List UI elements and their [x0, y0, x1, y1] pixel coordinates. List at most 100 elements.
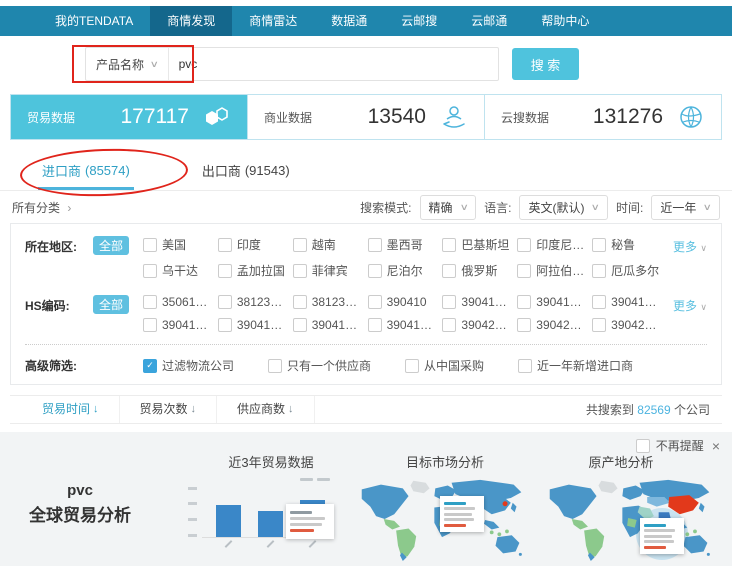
- hs-option[interactable]: ✓39041090: [218, 318, 289, 332]
- hs-option[interactable]: ✓390410: [368, 295, 439, 309]
- nav-item-business-discovery[interactable]: 商情发现: [150, 6, 232, 36]
- tab-exporters[interactable]: 出口商 (91543): [202, 150, 290, 190]
- close-icon[interactable]: ×: [712, 438, 720, 454]
- region-option[interactable]: ✓乌干达: [143, 262, 214, 279]
- checkbox[interactable]: ✓: [293, 318, 307, 332]
- checkbox[interactable]: ✓: [143, 359, 157, 373]
- hs-option[interactable]: ✓39041092: [293, 318, 364, 332]
- advanced-option-new-importers[interactable]: ✓近一年新增进口商: [518, 357, 633, 374]
- sort-by-trade-count[interactable]: 贸易次数↓: [120, 396, 218, 423]
- region-option[interactable]: ✓美国: [143, 236, 214, 253]
- region-option[interactable]: ✓厄瓜多尔: [592, 262, 663, 279]
- target-market-map[interactable]: [352, 476, 532, 562]
- checkbox[interactable]: ✓: [517, 295, 531, 309]
- region-option[interactable]: ✓尼泊尔: [368, 262, 439, 279]
- region-option[interactable]: ✓孟加拉国: [218, 262, 289, 279]
- checkbox[interactable]: ✓: [293, 295, 307, 309]
- checkbox[interactable]: ✓: [442, 238, 456, 252]
- person-hand-icon: [440, 103, 468, 131]
- hs-option[interactable]: ✓39041099: [368, 318, 439, 332]
- region-all-button[interactable]: 全部: [93, 236, 129, 255]
- checkbox[interactable]: ✓: [442, 264, 456, 278]
- checkbox[interactable]: ✓: [293, 238, 307, 252]
- region-option[interactable]: ✓巴基斯坦: [442, 236, 513, 253]
- hs-option[interactable]: ✓39042200: [442, 318, 513, 332]
- hs-more-link[interactable]: 更多 ∨: [663, 295, 707, 314]
- checkbox[interactable]: ✓: [405, 359, 419, 373]
- checkbox[interactable]: ✓: [218, 295, 232, 309]
- checkbox[interactable]: ✓: [592, 295, 606, 309]
- time-select[interactable]: 近一年 ∨: [651, 195, 720, 220]
- checkbox[interactable]: ✓: [592, 264, 606, 278]
- checkbox[interactable]: ✓: [442, 318, 456, 332]
- mini-bar-chart[interactable]: [186, 478, 332, 550]
- language-select[interactable]: 英文(默认) ∨: [519, 195, 608, 220]
- checkbox[interactable]: ✓: [268, 359, 282, 373]
- search-mode-select[interactable]: 精确 ∨: [420, 195, 477, 220]
- dont-remind-checkbox[interactable]: ✓: [636, 439, 650, 453]
- checkbox[interactable]: ✓: [368, 238, 382, 252]
- hs-option[interactable]: ✓39041010: [592, 295, 663, 309]
- advanced-option-single-supplier[interactable]: ✓只有一个供应商: [268, 357, 371, 374]
- search-input[interactable]: [169, 48, 498, 80]
- checkbox[interactable]: ✓: [442, 295, 456, 309]
- hs-option[interactable]: ✓39041003: [517, 295, 588, 309]
- checkbox[interactable]: ✓: [218, 238, 232, 252]
- region-option[interactable]: ✓墨西哥: [368, 236, 439, 253]
- search-category-select[interactable]: 产品名称 ∨: [86, 48, 169, 80]
- region-option[interactable]: ✓印度尼西亚: [517, 236, 588, 253]
- region-option[interactable]: ✓越南: [293, 236, 364, 253]
- column-title-3yr-trade-data: 近3年贸易数据: [196, 452, 346, 471]
- region-option[interactable]: ✓印度: [218, 236, 289, 253]
- advanced-option-filter-logistics[interactable]: ✓过滤物流公司: [143, 357, 234, 374]
- region-option[interactable]: ✓俄罗斯: [442, 262, 513, 279]
- hs-all-button[interactable]: 全部: [93, 295, 129, 314]
- checkbox[interactable]: ✓: [517, 238, 531, 252]
- checkbox[interactable]: ✓: [592, 238, 606, 252]
- nav-item-cloud-mail-search[interactable]: 云邮搜: [384, 6, 454, 36]
- hs-option[interactable]: ✓35061000: [143, 295, 214, 309]
- analysis-title-product: pvc: [18, 482, 142, 499]
- region-option[interactable]: ✓秘鲁: [592, 236, 663, 253]
- checkbox[interactable]: ✓: [218, 318, 232, 332]
- checkbox[interactable]: ✓: [592, 318, 606, 332]
- all-categories-link[interactable]: 所有分类 ›: [12, 199, 71, 216]
- search-button[interactable]: 搜 索: [512, 48, 579, 80]
- stat-trade-data[interactable]: 贸易数据 177117: [11, 95, 247, 139]
- checkbox[interactable]: ✓: [143, 264, 157, 278]
- nav-item-cloud-mail[interactable]: 云邮通: [454, 6, 524, 36]
- checkbox[interactable]: ✓: [218, 264, 232, 278]
- checkbox[interactable]: ✓: [143, 295, 157, 309]
- tab-importers[interactable]: 进口商 (85574): [42, 150, 130, 190]
- hs-option[interactable]: ✓39042220: [592, 318, 663, 332]
- nav-item-data-link[interactable]: 数据通: [314, 6, 384, 36]
- search-row: 产品名称 ∨ 搜 索: [0, 36, 732, 92]
- region-option[interactable]: ✓阿拉伯联合...: [517, 262, 588, 279]
- region-more-link[interactable]: 更多 ∨: [663, 236, 707, 255]
- sort-by-supplier-count[interactable]: 供应商数↓: [217, 396, 315, 423]
- nav-item-help-center[interactable]: 帮助中心: [524, 6, 606, 36]
- nav-item-my-tendata[interactable]: 我的TENDATA: [38, 6, 150, 36]
- checkbox[interactable]: ✓: [518, 359, 532, 373]
- hs-option[interactable]: ✓39042201: [517, 318, 588, 332]
- advanced-option-buy-from-china[interactable]: ✓从中国采购: [405, 357, 484, 374]
- column-title-origin: 原产地分析: [556, 452, 686, 471]
- checkbox[interactable]: ✓: [368, 295, 382, 309]
- checkbox[interactable]: ✓: [143, 318, 157, 332]
- hs-option[interactable]: ✓38123900: [218, 295, 289, 309]
- stat-business-data[interactable]: 商业数据 13540: [247, 95, 484, 139]
- hs-option[interactable]: ✓39041000: [442, 295, 513, 309]
- checkbox[interactable]: ✓: [368, 264, 382, 278]
- checkbox[interactable]: ✓: [517, 264, 531, 278]
- hs-option[interactable]: ✓39041020: [143, 318, 214, 332]
- checkbox[interactable]: ✓: [368, 318, 382, 332]
- checkbox[interactable]: ✓: [143, 238, 157, 252]
- nav-item-business-radar[interactable]: 商情雷达: [232, 6, 314, 36]
- sort-by-trade-time[interactable]: 贸易时间↓: [22, 396, 120, 423]
- region-option[interactable]: ✓菲律宾: [293, 262, 364, 279]
- hs-option[interactable]: ✓38123990: [293, 295, 364, 309]
- stat-cloud-search-data[interactable]: 云搜数据 131276: [484, 95, 721, 139]
- checkbox[interactable]: ✓: [293, 264, 307, 278]
- origin-map[interactable]: [540, 476, 720, 562]
- checkbox[interactable]: ✓: [517, 318, 531, 332]
